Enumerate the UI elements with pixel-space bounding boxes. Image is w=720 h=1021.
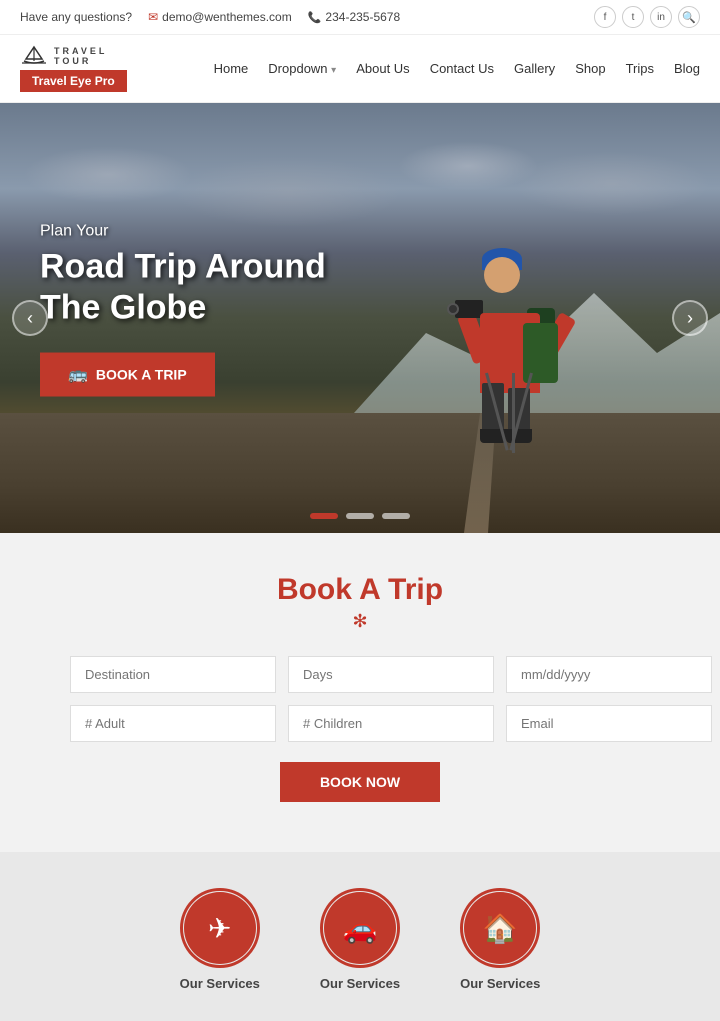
boat-logo-icon [20, 45, 48, 67]
book-divider: ✻ [60, 611, 660, 632]
logo: TRAVEL TOUR Travel Eye Pro [20, 45, 127, 92]
brand-text: TRAVEL TOUR [54, 46, 107, 66]
nav-shop[interactable]: Shop [575, 61, 605, 76]
service-label-3: Our Services [460, 976, 540, 991]
nav-about[interactable]: About Us [356, 61, 409, 76]
form-row-2 [70, 705, 650, 742]
nav-trips[interactable]: Trips [626, 61, 654, 76]
car-icon: 🚗 [343, 912, 378, 945]
carousel-dots [310, 513, 410, 519]
adults-input[interactable] [70, 705, 276, 742]
book-trip-section: Book A Trip ✻ Book Now [0, 533, 720, 852]
dropdown-arrow-icon: ▾ [331, 65, 336, 76]
book-form: Book Now [70, 656, 650, 802]
boot-right [506, 429, 532, 443]
nav-home[interactable]: Home [214, 61, 249, 76]
book-now-button[interactable]: Book Now [280, 762, 440, 802]
phone-text: 234-235-5678 [325, 10, 400, 24]
hero-title: Road Trip Around The Globe [40, 247, 326, 329]
hero-section: Plan Your Road Trip Around The Globe 🚌 B… [0, 103, 720, 533]
hero-title-line2: The Globe [40, 288, 206, 326]
date-input[interactable] [506, 656, 712, 693]
email-input[interactable] [506, 705, 712, 742]
service-icon-wrap-2: 🚗 [324, 892, 396, 964]
service-label-1: Our Services [180, 976, 260, 991]
email-text: demo@wenthemes.com [162, 10, 292, 24]
service-item-1: ✈ Our Services [180, 892, 260, 991]
facebook-icon[interactable]: f [594, 6, 616, 28]
carousel-arrow-right[interactable]: › [672, 300, 708, 336]
book-title-plain: ook A Trip [299, 573, 443, 606]
services-section: ✈ Our Services 🚗 Our Services 🏠 Our Serv… [0, 852, 720, 1021]
service-label-2: Our Services [320, 976, 400, 991]
book-trip-button[interactable]: 🚌 Book A Trip [40, 352, 215, 396]
home-icon: 🏠 [483, 912, 518, 945]
top-bar-left: Have any questions? demo@wenthemes.com 2… [20, 10, 400, 24]
brand-text-top: TRAVEL [54, 46, 107, 56]
backpack [523, 323, 558, 383]
question-text: Have any questions? [20, 10, 132, 24]
hero-title-line1: Road Trip Around [40, 248, 326, 286]
lens [447, 303, 459, 315]
days-input[interactable] [288, 656, 494, 693]
mail-icon [148, 10, 158, 24]
nav-blog[interactable]: Blog [674, 61, 700, 76]
nav-dropdown[interactable]: Dropdown ▾ [268, 61, 336, 76]
brand-text-bottom: TOUR [54, 56, 107, 66]
book-title-colored: B [277, 573, 299, 606]
nav-gallery[interactable]: Gallery [514, 61, 555, 76]
phone-contact[interactable]: 234-235-5678 [308, 10, 400, 24]
carousel-arrow-left[interactable]: ‹ [12, 300, 48, 336]
book-title: Book A Trip [60, 573, 660, 607]
carousel-dot-2[interactable] [346, 513, 374, 519]
logo-brand: TRAVEL TOUR [20, 45, 107, 67]
linkedin-icon[interactable]: in [650, 6, 672, 28]
head [484, 257, 520, 293]
carousel-dot-3[interactable] [382, 513, 410, 519]
navbar: TRAVEL TOUR Travel Eye Pro Home Dropdown… [0, 35, 720, 103]
nav-links: Home Dropdown ▾ About Us Contact Us Gall… [214, 61, 700, 76]
photographer-figure [470, 253, 560, 453]
search-icon[interactable]: 🔍 [678, 6, 700, 28]
camera [455, 300, 483, 318]
service-icon-wrap-1: ✈ [184, 892, 256, 964]
nav-contact[interactable]: Contact Us [430, 61, 494, 76]
service-item-3: 🏠 Our Services [460, 892, 540, 991]
service-icon-wrap-3: 🏠 [464, 892, 536, 964]
top-bar: Have any questions? demo@wenthemes.com 2… [0, 0, 720, 35]
hero-pre-title: Plan Your [40, 223, 326, 241]
destination-input[interactable] [70, 656, 276, 693]
bus-icon: 🚌 [68, 364, 88, 384]
email-contact[interactable]: demo@wenthemes.com [148, 10, 292, 24]
top-bar-right: f t in 🔍 [594, 6, 700, 28]
carousel-dot-1[interactable] [310, 513, 338, 519]
logo-button[interactable]: Travel Eye Pro [20, 70, 127, 92]
airplane-icon: ✈ [208, 912, 231, 945]
service-item-2: 🚗 Our Services [320, 892, 400, 991]
phone-icon [308, 11, 322, 24]
book-trip-label: Book A Trip [96, 366, 187, 382]
twitter-icon[interactable]: t [622, 6, 644, 28]
hero-content: Plan Your Road Trip Around The Globe 🚌 B… [40, 223, 326, 397]
children-input[interactable] [288, 705, 494, 742]
form-row-1 [70, 656, 650, 693]
